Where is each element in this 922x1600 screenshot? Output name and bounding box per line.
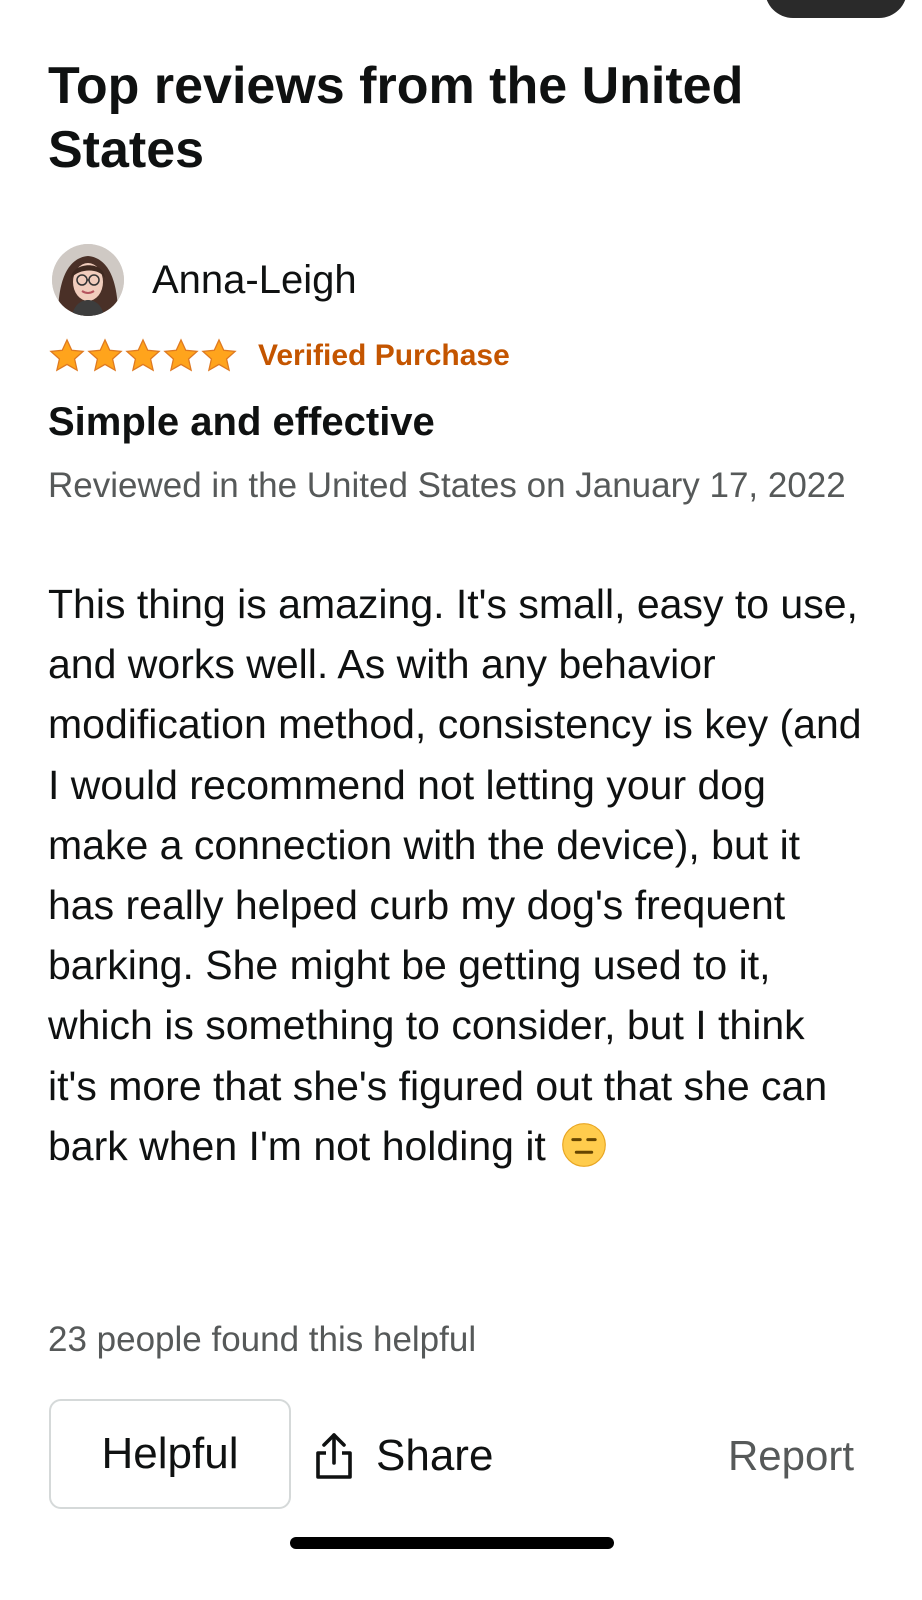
review-date: Reviewed in the United States on January… bbox=[48, 466, 846, 505]
avatar[interactable] bbox=[52, 244, 124, 316]
share-label: Share bbox=[376, 1431, 494, 1480]
rating-row: Verified Purchase bbox=[48, 336, 510, 376]
helpful-count: 23 people found this helpful bbox=[48, 1320, 477, 1359]
share-button[interactable]: Share bbox=[312, 1420, 493, 1492]
section-title: Top reviews from the United States bbox=[48, 57, 744, 179]
reviewer-profile[interactable]: Anna-Leigh bbox=[52, 244, 357, 316]
review-title: Simple and effective bbox=[48, 400, 435, 444]
expressionless-face-icon bbox=[562, 1122, 607, 1167]
report-link[interactable]: Report bbox=[728, 1432, 854, 1480]
star-icon bbox=[163, 338, 199, 372]
home-indicator[interactable] bbox=[290, 1537, 614, 1549]
helpful-button[interactable]: Helpful bbox=[49, 1399, 291, 1509]
star-icon bbox=[125, 338, 161, 372]
avatar-image bbox=[52, 244, 124, 316]
review-body-text: This thing is amazing. It's small, easy … bbox=[48, 581, 862, 1169]
review-body: This thing is amazing. It's small, easy … bbox=[48, 574, 863, 1176]
review-screen: Top reviews from the United States Anna-… bbox=[0, 0, 922, 1600]
verified-purchase-badge: Verified Purchase bbox=[258, 339, 510, 372]
star-rating bbox=[48, 337, 238, 375]
share-icon bbox=[316, 1433, 352, 1479]
top-pill-control[interactable] bbox=[765, 0, 907, 18]
star-icon bbox=[87, 338, 123, 372]
reviewer-name[interactable]: Anna-Leigh bbox=[152, 258, 357, 303]
star-icon bbox=[49, 338, 85, 372]
star-icon bbox=[201, 338, 237, 372]
